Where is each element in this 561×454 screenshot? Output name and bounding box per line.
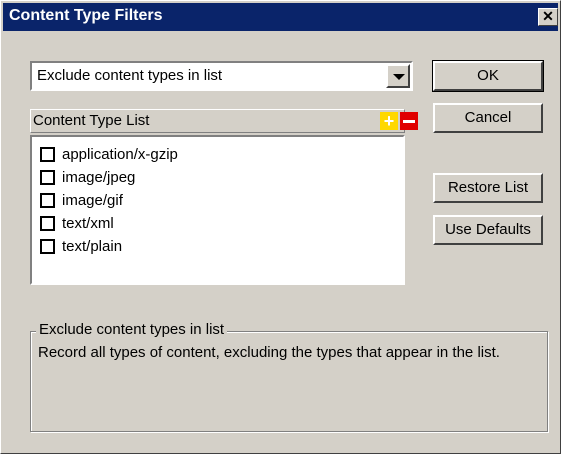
chevron-down-icon[interactable] [386,64,410,88]
remove-icon[interactable] [400,112,418,130]
cancel-button[interactable]: Cancel [433,103,543,133]
restore-list-button[interactable]: Restore List [433,173,543,203]
description-title: Exclude content types in list [36,321,228,338]
ok-button[interactable]: OK [432,60,544,92]
content-type-list-label: Content Type List [33,112,150,129]
filter-mode-value: Exclude content types in list [37,67,223,84]
checkbox[interactable] [40,215,55,231]
description-group: Exclude content types in list Record all… [30,321,548,432]
content-type-list[interactable]: application/x-gzip image/jpeg image/gif … [30,135,405,285]
list-item-label: text/plain [62,237,123,255]
list-item[interactable]: text/plain [40,235,122,257]
list-item[interactable]: text/xml [40,212,114,234]
checkbox[interactable] [40,238,55,254]
list-item-label: image/jpeg [62,168,136,186]
use-defaults-button[interactable]: Use Defaults [433,215,543,245]
title-bar: Content Type Filters ✕ [3,3,558,31]
content-type-filters-dialog: Content Type Filters ✕ Exclude content t… [0,0,561,454]
checkbox[interactable] [40,192,55,208]
checkbox[interactable] [40,146,55,162]
add-icon[interactable]: + [380,112,398,130]
list-item-label: image/gif [62,191,123,209]
checkbox[interactable] [40,169,55,185]
list-item[interactable]: application/x-gzip [40,143,178,165]
filter-mode-dropdown[interactable]: Exclude content types in list [30,61,413,91]
dialog-title: Content Type Filters [9,7,163,24]
list-item-label: application/x-gzip [62,145,178,163]
close-icon[interactable]: ✕ [538,8,558,26]
content-type-list-header: Content Type List + [30,109,418,133]
description-text: Record all types of content, excluding t… [38,344,500,361]
list-item[interactable]: image/gif [40,189,123,211]
list-item[interactable]: image/jpeg [40,166,135,188]
list-item-label: text/xml [62,214,114,232]
